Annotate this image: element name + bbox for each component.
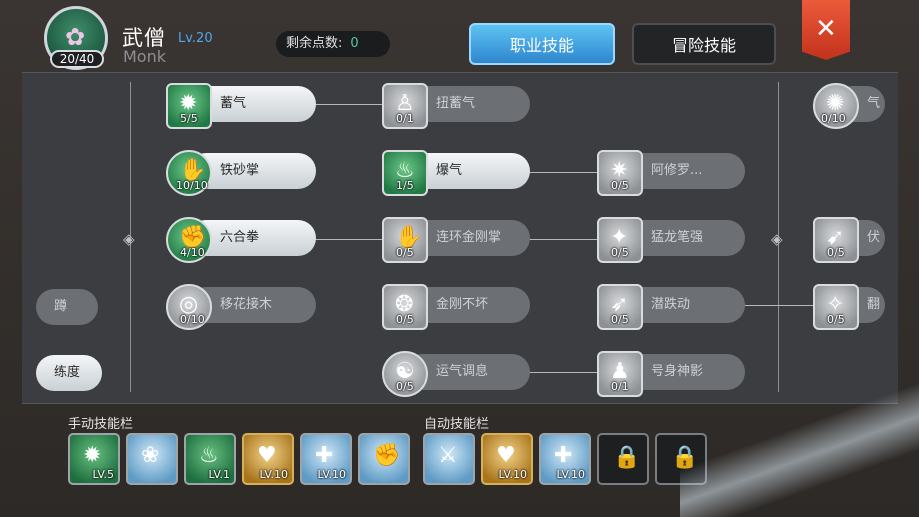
divider-ornament-icon: ◈ xyxy=(771,230,783,248)
manual-slot[interactable]: ♥ LV.10 xyxy=(242,433,294,485)
auto-slot-locked[interactable]: 🔒 xyxy=(597,433,649,485)
manual-skill-bar-label: 手动技能栏 xyxy=(68,417,134,432)
slot-level: LV.10 xyxy=(317,468,346,481)
skill-level: 0/5 xyxy=(827,246,845,259)
skill-node[interactable]: 移花接木 ◎ 0/10 xyxy=(166,284,316,330)
skill-node[interactable]: 扭蓄气 ♙ 0/1 xyxy=(382,83,530,129)
close-icon: ✕ xyxy=(815,14,837,44)
skill-level: 4/10 xyxy=(180,246,205,259)
skill-level: 0/10 xyxy=(821,112,846,125)
tab-job-skills[interactable]: 职业技能 xyxy=(469,23,615,65)
auto-slot[interactable]: ♥ LV.10 xyxy=(481,433,533,485)
skill-connector xyxy=(743,305,813,306)
skill-level: 5/5 xyxy=(180,112,198,125)
auto-slot[interactable]: ⚔ xyxy=(423,433,475,485)
manual-slot[interactable]: ✹ LV.5 xyxy=(68,433,120,485)
skill-node[interactable]: 猛龙笔强 ✦ 0/5 xyxy=(597,217,745,263)
skill-level: 0/5 xyxy=(611,313,629,326)
flame-figure-icon: ♨ xyxy=(199,443,219,468)
skill-connector xyxy=(314,239,384,240)
fist-icon: ✊ xyxy=(373,443,401,468)
skill-node[interactable]: 爆气 ♨ 1/5 xyxy=(382,150,530,196)
heal-heart-icon: ♥ xyxy=(496,443,516,468)
class-name-en: Monk xyxy=(123,47,166,66)
skill-level: 10/10 xyxy=(176,179,208,192)
auto-skill-bar-label: 自动技能栏 xyxy=(424,417,490,432)
heal-heart-icon: ♥ xyxy=(257,443,277,468)
skill-node[interactable]: 伏 ➹ 0/5 xyxy=(813,217,885,263)
skill-name: 蹲 xyxy=(36,289,98,325)
skill-node[interactable]: 阿修罗... ✷ 0/5 xyxy=(597,150,745,196)
skill-node[interactable]: 蓄气 ✹ 5/5 xyxy=(166,83,316,129)
skill-node[interactable]: 号身神影 ♟ 0/1 xyxy=(597,351,745,397)
sword-burst-icon: ⚔ xyxy=(438,443,458,468)
level-progress: 20/40 xyxy=(50,50,104,68)
skill-level: 0/5 xyxy=(396,380,414,393)
skill-connector xyxy=(528,372,600,373)
skill-connector xyxy=(528,239,600,240)
close-button[interactable]: ✕ xyxy=(802,0,850,60)
skill-level: 0/5 xyxy=(611,179,629,192)
skill-node[interactable]: 蹲 xyxy=(22,286,100,325)
cross-shield-icon: ✚ xyxy=(554,443,573,468)
manual-slot[interactable]: ✚ LV.10 xyxy=(300,433,352,485)
skill-node[interactable]: 金刚不坏 ❂ 0/5 xyxy=(382,284,530,330)
skill-node[interactable]: 连环金刚掌 ✋ 0/5 xyxy=(382,217,530,263)
points-value: 0 xyxy=(350,36,359,51)
skill-window: ✿ 20/40 武僧 Lv.20 Monk 剩余点数: 0 职业技能 冒险技能 ✕… xyxy=(0,0,919,517)
class-level: Lv.20 xyxy=(178,31,213,46)
slot-level: LV.10 xyxy=(556,468,585,481)
lotus-icon: ❀ xyxy=(141,443,160,468)
skill-level: 0/5 xyxy=(396,246,414,259)
skill-level: 0/1 xyxy=(396,112,414,125)
skill-level: 0/5 xyxy=(827,313,845,326)
skill-node[interactable]: 六合拳 ✊ 4/10 xyxy=(166,217,316,263)
skill-node[interactable]: 运气调息 ☯ 0/5 xyxy=(382,351,530,397)
skill-level: 1/5 xyxy=(396,179,414,192)
monk-portrait-icon: ✿ xyxy=(65,23,86,51)
skill-connector xyxy=(314,104,384,105)
skill-node[interactable]: 铁砂掌 ✋ 10/10 xyxy=(166,150,316,196)
tab-adventure-skills[interactable]: 冒险技能 xyxy=(632,23,776,65)
remaining-points: 剩余点数: 0 xyxy=(276,31,390,57)
manual-slot[interactable]: ❀ xyxy=(126,433,178,485)
slot-level: LV.5 xyxy=(92,468,114,481)
auto-slot[interactable]: ✚ LV.10 xyxy=(539,433,591,485)
lock-icon: 🔒 xyxy=(613,445,641,470)
cross-shield-icon: ✚ xyxy=(315,443,334,468)
skill-name: 练度 xyxy=(36,355,102,391)
skill-level: 0/10 xyxy=(180,313,205,326)
skill-node[interactable]: 气 ✺ 0/10 xyxy=(813,83,885,129)
points-label: 剩余点数: xyxy=(286,36,343,51)
skill-level: 0/1 xyxy=(611,380,629,393)
skill-level: 0/5 xyxy=(611,246,629,259)
manual-slot[interactable]: ♨ LV.1 xyxy=(184,433,236,485)
skill-node[interactable]: 练度 xyxy=(22,352,104,391)
manual-slot[interactable]: ✊ xyxy=(358,433,410,485)
skill-level: 0/5 xyxy=(396,313,414,326)
slot-level: LV.10 xyxy=(498,468,527,481)
lock-icon: 🔒 xyxy=(671,445,699,470)
divider-ornament-icon: ◈ xyxy=(123,230,135,248)
auto-slot-locked[interactable]: 🔒 xyxy=(655,433,707,485)
skill-node[interactable]: 潜跌动 ➶ 0/5 xyxy=(597,284,745,330)
skill-node[interactable]: 翻 ✧ 0/5 xyxy=(813,284,885,330)
slot-level: LV.10 xyxy=(259,468,288,481)
slot-level: LV.1 xyxy=(208,468,230,481)
sunburst-icon: ✹ xyxy=(83,443,102,468)
skill-connector xyxy=(528,172,600,173)
